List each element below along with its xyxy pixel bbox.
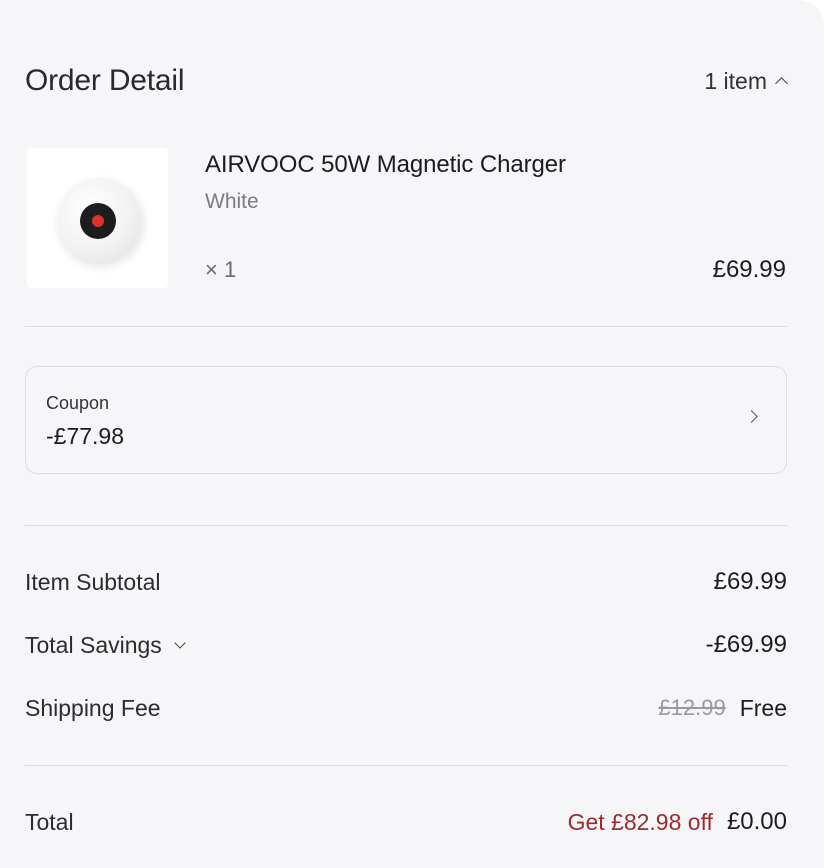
shipping-label: Shipping Fee bbox=[25, 694, 161, 721]
subtotal-value: £69.99 bbox=[713, 568, 787, 595]
item-count-toggle[interactable]: 1 item bbox=[704, 67, 788, 95]
chevron-right-icon bbox=[745, 410, 758, 423]
coupon-label: Coupon bbox=[46, 393, 110, 413]
divider bbox=[25, 765, 787, 766]
total-value: £0.00 bbox=[726, 808, 787, 835]
chevron-up-icon bbox=[775, 77, 788, 90]
magnetic-charger-icon bbox=[57, 178, 141, 262]
item-count-label: 1 item bbox=[704, 67, 767, 94]
order-detail-card: Order Detail 1 item AIRVOOC 50W Magnetic… bbox=[0, 0, 824, 868]
total-row: Total Get £82.98 off £0.00 bbox=[25, 805, 787, 839]
charger-core bbox=[80, 203, 116, 239]
product-name: AIRVOOC 50W Magnetic Charger bbox=[205, 151, 566, 178]
total-values: Get £82.98 off £0.00 bbox=[568, 808, 787, 836]
subtotal-label: Item Subtotal bbox=[25, 568, 161, 595]
subtotal-row: Item Subtotal £69.99 bbox=[25, 565, 787, 599]
page-title: Order Detail bbox=[25, 64, 185, 97]
product-variant: White bbox=[205, 190, 259, 213]
savings-row: Total Savings -£69.99 bbox=[25, 628, 787, 662]
savings-value: -£69.99 bbox=[705, 631, 787, 658]
product-price: £69.99 bbox=[712, 256, 786, 283]
shipping-value: Free bbox=[739, 694, 787, 721]
total-label: Total bbox=[25, 808, 74, 835]
coupon-selector[interactable]: Coupon -£77.98 bbox=[25, 366, 787, 474]
shipping-row: Shipping Fee £12.99 Free bbox=[25, 691, 787, 725]
shipping-values: £12.99 Free bbox=[658, 695, 787, 722]
shipping-original-price: £12.99 bbox=[658, 695, 726, 720]
divider bbox=[25, 326, 787, 327]
product-quantity: × 1 bbox=[205, 257, 237, 282]
savings-label: Total Savings bbox=[25, 631, 162, 658]
order-detail-header: Order Detail 1 item bbox=[25, 58, 788, 104]
coupon-value: -£77.98 bbox=[46, 423, 125, 449]
savings-toggle[interactable]: Total Savings bbox=[25, 631, 186, 659]
charger-led-dot bbox=[92, 215, 104, 227]
product-image bbox=[27, 148, 168, 288]
product-line-item[interactable]: AIRVOOC 50W Magnetic Charger White × 1 £… bbox=[25, 145, 786, 290]
chevron-down-icon bbox=[174, 637, 186, 649]
divider bbox=[25, 525, 787, 526]
total-discount-text: Get £82.98 off bbox=[567, 808, 713, 835]
